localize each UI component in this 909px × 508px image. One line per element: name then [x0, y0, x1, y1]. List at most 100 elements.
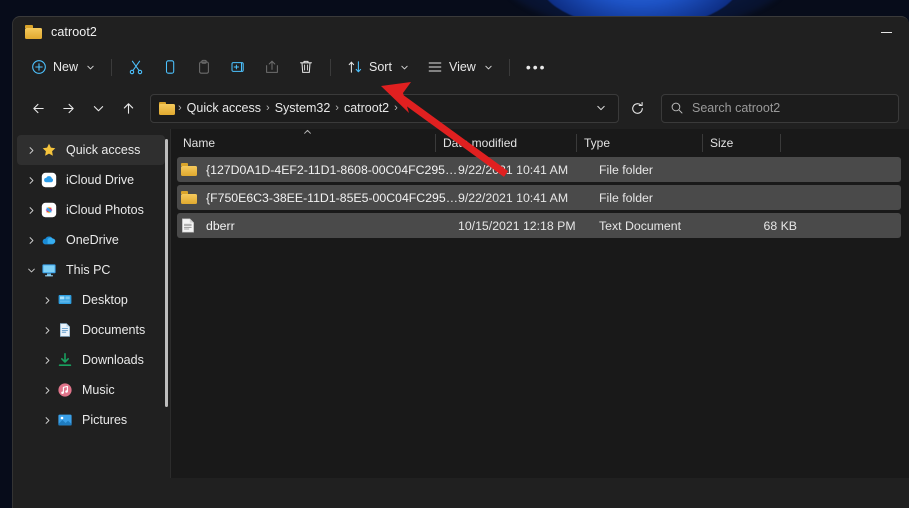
- search-placeholder: Search catroot2: [692, 101, 780, 115]
- folder-icon: [181, 162, 197, 177]
- back-button[interactable]: [23, 93, 53, 123]
- sidebar-item-label: Desktop: [82, 293, 128, 307]
- column-header-size-label: Size: [710, 136, 733, 150]
- file-explorer-window: catroot2 New: [12, 16, 909, 508]
- see-more-button[interactable]: •••: [517, 52, 556, 82]
- window-title: catroot2: [51, 25, 97, 39]
- table-row[interactable]: {127D0A1D-4EF2-11D1-8608-00C04FC295… 9/2…: [177, 157, 901, 182]
- chevron-right-icon[interactable]: [37, 380, 57, 400]
- copy-icon: [162, 59, 178, 75]
- file-name: dberr: [206, 219, 458, 233]
- sidebar-item-icloud-photos[interactable]: iCloud Photos: [17, 195, 165, 225]
- sidebar-item-music[interactable]: Music: [33, 375, 165, 405]
- view-button[interactable]: View: [418, 52, 502, 82]
- view-button-label: View: [449, 60, 476, 74]
- file-date-modified: 9/22/2021 10:41 AM: [458, 191, 599, 205]
- column-header-name-label: Name: [183, 136, 215, 150]
- sidebar-item-icloud-drive[interactable]: iCloud Drive: [17, 165, 165, 195]
- up-button[interactable]: [113, 93, 143, 123]
- recent-locations-button[interactable]: [83, 93, 113, 123]
- chevron-right-icon[interactable]: [21, 200, 41, 220]
- file-type: File folder: [599, 191, 725, 205]
- sidebar-item-onedrive[interactable]: OneDrive: [17, 225, 165, 255]
- folder-icon: [181, 190, 197, 205]
- cut-button[interactable]: [119, 52, 153, 82]
- column-header-date-modified[interactable]: Date modified: [435, 129, 576, 157]
- onedrive-cloud-icon: [41, 232, 57, 248]
- new-button[interactable]: New: [23, 52, 104, 82]
- share-icon: [264, 59, 280, 75]
- chevron-right-icon[interactable]: [21, 170, 41, 190]
- clipboard-paste-icon: [196, 59, 212, 75]
- copy-button[interactable]: [153, 52, 187, 82]
- breadcrumb-item-quick-access[interactable]: Quick access: [183, 101, 265, 115]
- breadcrumb[interactable]: › Quick access › System32 › catroot2 ›: [150, 94, 619, 123]
- sidebar-item-downloads[interactable]: Downloads: [33, 345, 165, 375]
- arrow-left-icon: [31, 101, 46, 116]
- table-row[interactable]: dberr 10/15/2021 12:18 PM Text Document …: [177, 213, 901, 238]
- sidebar-scrollbar[interactable]: [165, 139, 168, 407]
- trash-icon: [298, 59, 314, 75]
- file-name: {127D0A1D-4EF2-11D1-8608-00C04FC295…: [206, 163, 458, 177]
- icloud-photos-icon: [41, 202, 57, 218]
- sort-arrows-icon: [347, 59, 363, 75]
- paste-button[interactable]: [187, 52, 221, 82]
- folder-icon: [159, 102, 175, 115]
- breadcrumb-separator: ›: [393, 102, 399, 114]
- monitor-icon: [41, 262, 57, 278]
- sidebar-item-quick-access[interactable]: Quick access: [17, 135, 165, 165]
- table-row[interactable]: {F750E6C3-38EE-11D1-85E5-00C04FC295… 9/2…: [177, 185, 901, 210]
- chevron-down-icon: [86, 63, 95, 72]
- delete-button[interactable]: [289, 52, 323, 82]
- sidebar-item-documents[interactable]: Documents: [33, 315, 165, 345]
- chevron-right-icon[interactable]: [37, 290, 57, 310]
- refresh-button[interactable]: [622, 94, 652, 123]
- toolbar-divider-3: [509, 59, 510, 76]
- chevron-right-icon[interactable]: [21, 230, 41, 250]
- music-icon: [57, 382, 73, 398]
- sidebar-item-pictures[interactable]: Pictures: [33, 405, 165, 435]
- file-date-modified: 9/22/2021 10:41 AM: [458, 163, 599, 177]
- chevron-down-icon: [91, 101, 106, 116]
- window-controls: [863, 17, 909, 47]
- file-list-pane: Name Date modified Type Size: [171, 129, 909, 478]
- share-button[interactable]: [255, 52, 289, 82]
- column-header-size[interactable]: Size: [702, 129, 774, 157]
- pictures-icon: [57, 412, 73, 428]
- forward-button[interactable]: [53, 93, 83, 123]
- window-body: Quick access iCloud Drive: [13, 129, 909, 478]
- file-type: Text Document: [599, 219, 725, 233]
- minimize-button[interactable]: [863, 17, 909, 47]
- chevron-down-icon: [484, 63, 493, 72]
- rename-button[interactable]: [221, 52, 255, 82]
- breadcrumb-dropdown-button[interactable]: [590, 103, 612, 113]
- search-input[interactable]: Search catroot2: [661, 94, 899, 123]
- chevron-right-icon[interactable]: [21, 140, 41, 160]
- chevron-right-icon[interactable]: [37, 350, 57, 370]
- minimize-icon: [881, 32, 892, 33]
- chevron-right-icon[interactable]: [37, 410, 57, 430]
- chevron-down-icon[interactable]: [21, 260, 41, 280]
- sidebar-item-desktop[interactable]: Desktop: [33, 285, 165, 315]
- file-size: 68 KB: [725, 219, 797, 233]
- arrow-up-icon: [121, 101, 136, 116]
- rename-icon: [230, 59, 246, 75]
- sidebar-item-label: Pictures: [82, 413, 127, 427]
- ellipsis-icon: •••: [526, 60, 547, 74]
- chevron-right-icon[interactable]: [37, 320, 57, 340]
- breadcrumb-item-system32[interactable]: System32: [271, 101, 335, 115]
- downloads-icon: [57, 352, 73, 368]
- list-lines-icon: [427, 59, 443, 75]
- column-divider[interactable]: [780, 134, 781, 152]
- sort-button[interactable]: Sort: [338, 52, 418, 82]
- folder-icon: [25, 25, 42, 39]
- breadcrumb-item-catroot2[interactable]: catroot2: [340, 101, 393, 115]
- file-date-modified: 10/15/2021 12:18 PM: [458, 219, 599, 233]
- column-header-name[interactable]: Name: [179, 129, 435, 157]
- toolbar-divider-2: [330, 59, 331, 76]
- sidebar-item-label: Quick access: [66, 143, 140, 157]
- sidebar-item-label: Downloads: [82, 353, 144, 367]
- sidebar-item-this-pc[interactable]: This PC: [17, 255, 165, 285]
- file-type: File folder: [599, 163, 725, 177]
- column-header-type[interactable]: Type: [576, 129, 702, 157]
